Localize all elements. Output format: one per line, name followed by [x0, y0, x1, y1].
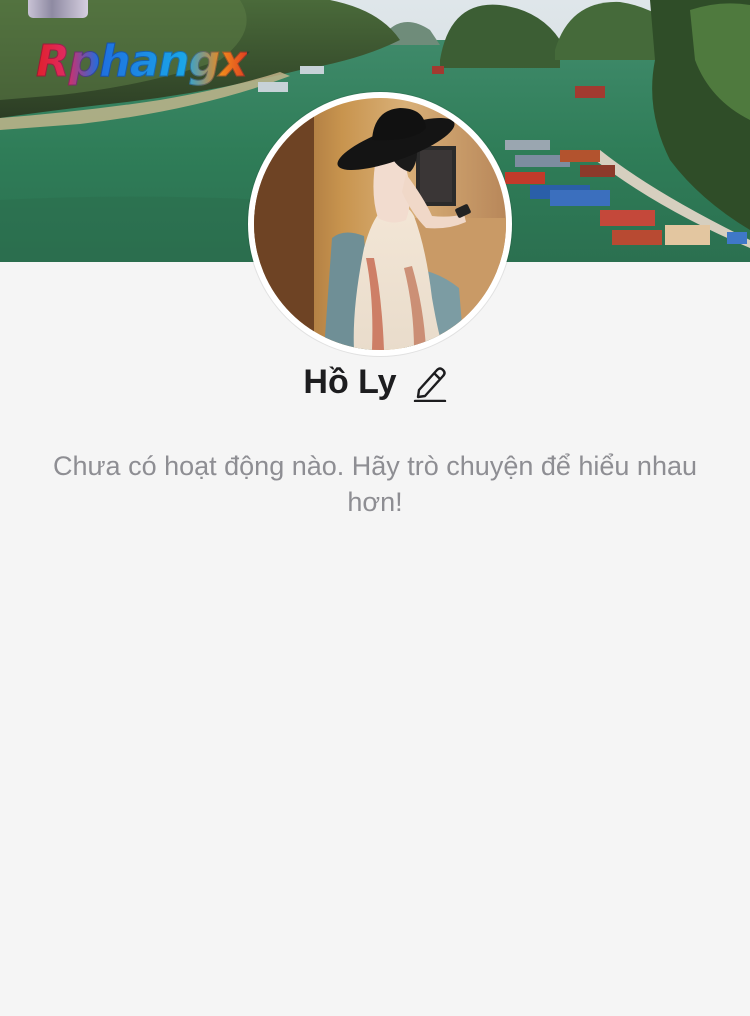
empty-timeline-message: Chưa có hoạt động nào. Hãy trò chuyện để…	[52, 451, 698, 517]
profile-name-row: Hồ Ly	[0, 356, 750, 408]
avatar[interactable]	[254, 98, 506, 350]
pencil-icon[interactable]	[413, 362, 447, 402]
profile-name: Hồ Ly	[303, 363, 397, 401]
thumbnail-image	[28, 0, 88, 18]
brand-logo: Rphangx	[36, 34, 249, 90]
avatar-photo	[254, 98, 506, 350]
profile-page: Rphangx Hồ Ly Chưa có hoạt động nào. Hãy…	[0, 0, 750, 1016]
